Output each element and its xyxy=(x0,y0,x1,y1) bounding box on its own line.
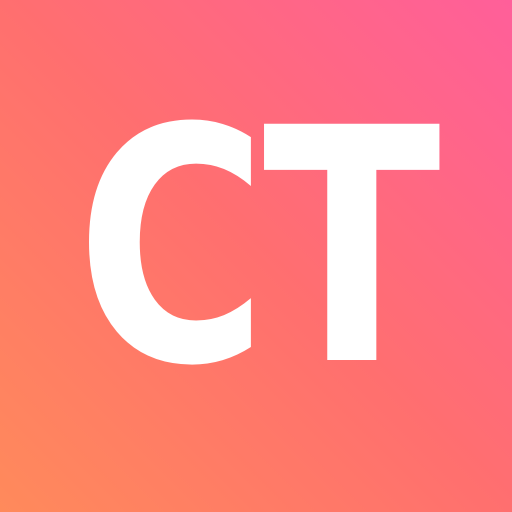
monogram-logo: CT xyxy=(76,60,448,437)
app-icon: CT xyxy=(0,0,512,512)
monogram-text: CT xyxy=(76,60,442,437)
